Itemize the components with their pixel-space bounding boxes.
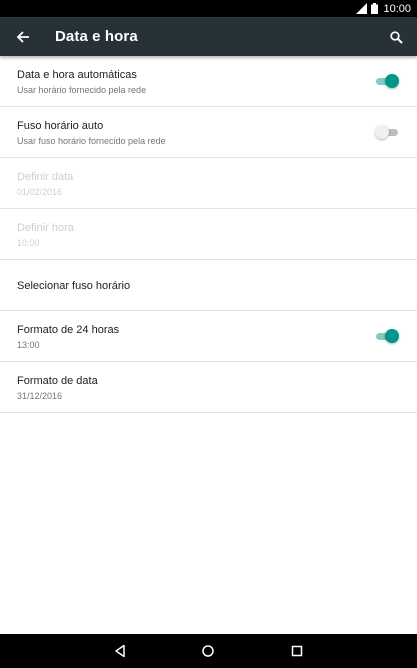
navigation-bar [0,634,417,668]
status-bar: 10:00 [0,0,417,17]
search-icon [389,30,403,44]
setting-subtitle: Usar horário fornecido pela rede [17,85,147,95]
nav-recents-button[interactable] [288,642,306,660]
setting-title: Definir data [17,171,74,183]
setting-subtitle: 13:00 [17,340,40,350]
setting-auto-timezone[interactable]: Fuso horário auto Usar fuso horário forn… [0,107,417,158]
setting-title: Formato de 24 horas [17,324,120,336]
settings-list: Data e hora automáticas Usar horário for… [0,56,417,413]
switch-thumb [375,125,389,139]
status-time: 10:00 [383,2,411,15]
setting-title: Definir hora [17,222,74,234]
back-button[interactable] [12,26,34,48]
setting-title: Fuso horário auto [17,120,104,132]
nav-home-button[interactable] [199,642,217,660]
back-arrow-icon [16,31,29,43]
search-button[interactable] [385,26,407,48]
setting-subtitle: 10:00 [17,238,40,248]
setting-subtitle: 01/02/2016 [17,187,63,197]
toolbar: Data e hora [0,17,417,56]
nav-back-button[interactable] [111,642,129,660]
setting-set-time: Definir hora 10:00 [0,209,417,260]
setting-set-date: Definir data 01/02/2016 [0,158,417,209]
nav-back-icon [115,644,125,658]
setting-title: Selecionar fuso horário [17,280,131,292]
setting-subtitle: Usar fuso horário fornecido pela rede [17,136,166,146]
setting-title: Formato de data [17,375,98,387]
setting-title: Data e hora automáticas [17,69,137,81]
setting-auto-date-time[interactable]: Data e hora automáticas Usar horário for… [0,56,417,107]
battery-icon [371,3,379,14]
24-hour-format-switch[interactable] [376,329,399,344]
switch-thumb [385,74,399,88]
setting-24-hour-format[interactable]: Formato de 24 horas 13:00 [0,311,417,362]
auto-date-time-switch[interactable] [376,74,399,89]
setting-subtitle: 31/12/2016 [17,391,63,401]
switch-thumb [385,329,399,343]
setting-select-timezone[interactable]: Selecionar fuso horário [0,260,417,311]
nav-home-icon [202,645,214,657]
setting-date-format[interactable]: Formato de data 31/12/2016 [0,362,417,413]
nav-recents-icon [291,645,303,657]
auto-timezone-switch[interactable] [375,125,398,140]
page-title: Data e hora [55,28,138,45]
signal-icon [356,3,368,14]
